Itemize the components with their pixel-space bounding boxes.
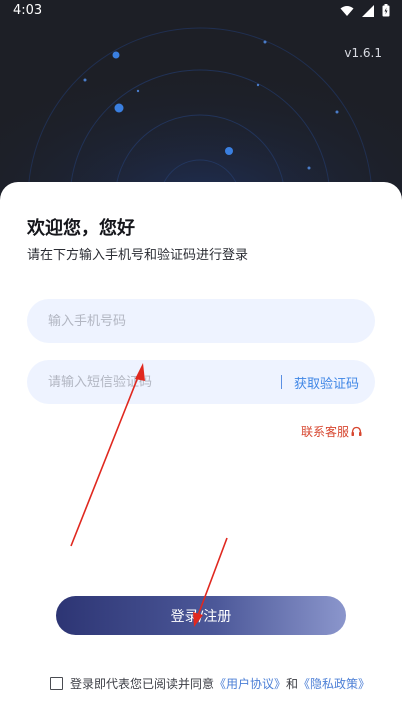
code-input[interactable] — [48, 374, 248, 390]
privacy-policy-link[interactable]: 《隐私政策》 — [298, 675, 370, 692]
status-icons — [340, 4, 390, 17]
hero-banner — [0, 0, 402, 200]
user-agreement-link[interactable]: 《用户协议》 — [214, 675, 286, 692]
welcome-subtitle: 请在下方输入手机号和验证码进行登录 — [27, 248, 249, 263]
get-code-button[interactable]: 获取验证码 — [294, 373, 359, 392]
agreement-checkbox[interactable] — [50, 677, 63, 690]
battery-icon — [382, 4, 390, 17]
headset-icon — [351, 426, 362, 436]
phone-input[interactable] — [48, 313, 248, 329]
code-field[interactable]: 获取验证码 — [27, 360, 375, 404]
phone-field[interactable] — [27, 299, 375, 343]
agreement-prefix: 登录即代表您已阅读并同意 — [70, 677, 215, 691]
orbit-graphic — [0, 0, 402, 200]
status-time: 4:03 — [13, 3, 43, 18]
signal-icon — [362, 4, 374, 17]
welcome-title: 欢迎您，您好 — [27, 218, 135, 239]
contact-support-label: 联系客服 — [300, 425, 349, 439]
login-register-button[interactable]: 登录/注册 — [56, 596, 346, 635]
code-divider — [281, 375, 282, 389]
agreement-row: 登录即代表您已阅读并同意 《用户协议》 和 《隐私政策》 — [50, 675, 370, 692]
app-version: v1.6.1 — [344, 46, 382, 60]
agreement-and: 和 — [286, 677, 299, 691]
wifi-icon — [340, 5, 354, 16]
contact-support-link[interactable]: 联系客服 — [301, 423, 362, 440]
status-bar: 4:03 — [0, 0, 402, 24]
